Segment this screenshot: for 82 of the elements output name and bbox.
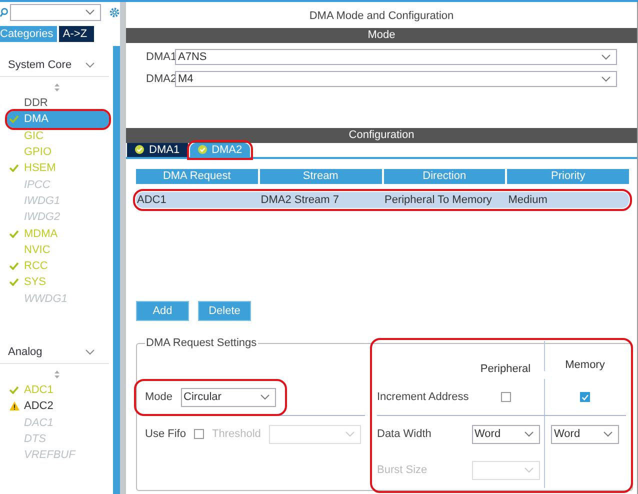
table-cell-text: DMA2 Stream 7 <box>260 193 340 208</box>
sidebar-item[interactable]: RCC <box>7 258 109 274</box>
sidebar-item[interactable]: ADC1 <box>7 382 109 398</box>
group-title[interactable]: System Core <box>8 59 72 71</box>
sort-icon <box>54 370 60 379</box>
chevron-down-icon <box>85 348 95 355</box>
scrollbar[interactable] <box>113 46 120 494</box>
checkbox[interactable] <box>580 392 590 402</box>
search-field[interactable] <box>10 4 101 20</box>
sidebar-item[interactable]: SYS <box>7 274 109 291</box>
tab[interactable]: DMA1 <box>127 142 188 157</box>
table-cell-text: Peripheral To Memory <box>384 193 493 208</box>
table-cell-text: Medium <box>507 193 548 208</box>
sort-icon <box>54 83 60 92</box>
field-label: DMA2 <box>146 73 175 85</box>
dropdown[interactable] <box>472 460 540 480</box>
tab[interactable]: DMA2 <box>190 142 250 157</box>
field-label: DMA1 <box>146 51 175 63</box>
chevron-down-icon <box>601 76 611 82</box>
checkbox[interactable] <box>194 429 204 439</box>
dropdown[interactable]: Circular <box>180 388 276 406</box>
checkbox[interactable] <box>500 392 510 402</box>
check-icon <box>9 386 19 394</box>
chevron-down-icon <box>603 431 613 437</box>
section-header: Mode <box>126 28 637 43</box>
sidebar-item[interactable]: DMA <box>7 111 109 128</box>
column-header: Priority <box>507 169 629 184</box>
chevron-down-icon <box>524 467 534 473</box>
sidebar-item[interactable]: GIC <box>7 128 109 144</box>
sidebar-tab[interactable]: Categories <box>0 26 57 42</box>
sidebar-item[interactable]: DTS <box>7 430 109 448</box>
chevron-down-icon <box>260 394 270 400</box>
dropdown[interactable]: Word <box>472 424 540 444</box>
sidebar-item[interactable]: NVIC <box>7 242 109 258</box>
section-header: Configuration <box>126 128 637 143</box>
field-label: Use Fifo <box>145 428 186 440</box>
search-icon <box>0 8 8 16</box>
action-button[interactable]: Delete <box>198 301 251 321</box>
chevron-down-icon <box>85 9 95 15</box>
check-circle-icon <box>198 145 207 154</box>
sidebar-item[interactable]: ADC2 <box>7 398 109 414</box>
panel-title: DMA Mode and Configuration <box>308 9 455 24</box>
field-label: Mode <box>145 391 173 403</box>
chevron-down-icon <box>85 62 95 68</box>
group-title[interactable]: Analog <box>8 346 42 358</box>
action-button[interactable]: Add <box>136 301 189 321</box>
sidebar-item[interactable]: MDMA <box>7 225 109 242</box>
column-header: Direction <box>384 169 506 184</box>
chevron-down-icon <box>524 431 534 437</box>
field-label: Data Width <box>377 428 432 440</box>
group-title: DMA Request Settings <box>145 337 258 349</box>
table-row[interactable]: ADC1 DMA2 Stream 7 Peripheral To Memory Medium <box>136 192 629 208</box>
sidebar-item[interactable]: IWDG2 <box>7 209 109 226</box>
check-circle-icon <box>135 145 144 154</box>
table-cell-text: ADC1 <box>136 193 168 208</box>
sidebar-item[interactable]: IWDG1 <box>7 192 109 210</box>
sidebar-item[interactable]: VREFBUF <box>7 447 109 464</box>
dropdown[interactable]: M4 <box>175 71 617 87</box>
sidebar-item[interactable]: IPCC <box>7 176 109 193</box>
column-header: Memory <box>544 341 625 371</box>
sidebar-item[interactable]: GPIO <box>7 144 109 160</box>
chevron-down-icon <box>601 54 611 60</box>
sidebar-item[interactable]: WWDG1 <box>7 290 109 307</box>
column-header: Peripheral <box>479 362 532 375</box>
check-icon <box>9 230 19 238</box>
field-label: Threshold <box>212 428 261 440</box>
sidebar-tab[interactable]: A->Z <box>59 26 94 42</box>
dropdown[interactable]: Word <box>551 424 619 444</box>
column-header: Stream <box>260 169 382 184</box>
dropdown[interactable]: A7NS <box>175 49 617 65</box>
column-header: DMA Request <box>136 169 258 184</box>
sidebar-item[interactable]: DAC1 <box>7 414 109 431</box>
chevron-down-icon <box>344 431 355 437</box>
check-icon <box>9 115 19 124</box>
field-label: Burst Size <box>377 464 428 476</box>
sidebar-item[interactable]: DDR <box>7 95 109 112</box>
settings-icon <box>109 6 120 18</box>
warning-icon <box>8 401 20 412</box>
check-icon <box>9 164 19 172</box>
field-label: Increment Address <box>377 391 467 403</box>
dropdown[interactable] <box>268 424 361 444</box>
sidebar-item[interactable]: HSEM <box>7 160 109 176</box>
